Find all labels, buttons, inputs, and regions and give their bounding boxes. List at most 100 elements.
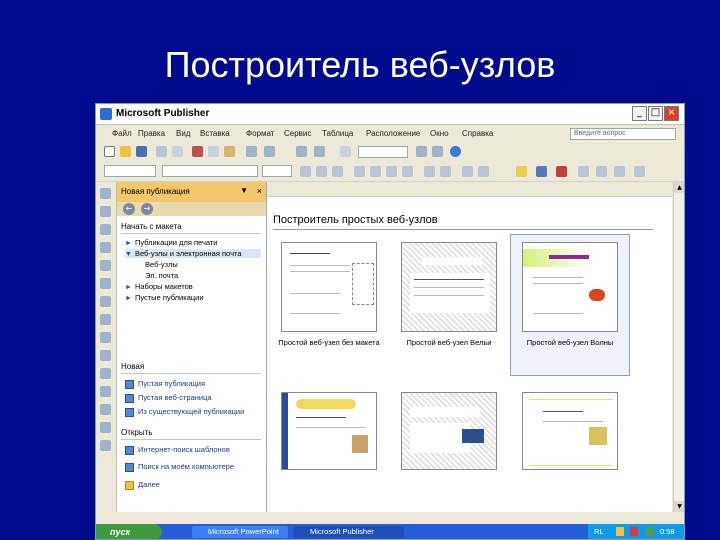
- italic-icon[interactable]: [316, 166, 327, 177]
- oval-tool-icon[interactable]: [100, 332, 111, 343]
- bullets-icon[interactable]: [440, 166, 451, 177]
- wordart-tool-icon[interactable]: [100, 242, 111, 253]
- minimize-button[interactable]: _: [632, 106, 647, 121]
- html-code-tool-icon[interactable]: [100, 422, 111, 433]
- taskbar-publisher[interactable]: Microsoft Publisher: [294, 526, 404, 538]
- send-backward-icon[interactable]: [314, 146, 325, 157]
- menu-view[interactable]: Вид: [176, 129, 190, 138]
- line-style-icon[interactable]: [578, 166, 589, 177]
- scroll-up-icon[interactable]: ▲: [674, 182, 684, 193]
- paste-icon[interactable]: [224, 146, 235, 157]
- pane-close-icon[interactable]: ×: [257, 186, 262, 196]
- justify-icon[interactable]: [402, 166, 413, 177]
- align-center-icon[interactable]: [370, 166, 381, 177]
- link-blank-web-page[interactable]: Пустая веб-страница: [125, 393, 261, 403]
- font-size-select[interactable]: [262, 165, 292, 177]
- forward-icon[interactable]: →: [141, 203, 153, 215]
- style-select[interactable]: [104, 165, 156, 177]
- zoom-out-icon[interactable]: [416, 146, 427, 157]
- zoom-select[interactable]: [358, 146, 408, 158]
- template-thumbnail-volny[interactable]: [522, 242, 618, 332]
- language-indicator[interactable]: RL: [594, 527, 604, 536]
- menu-insert[interactable]: Вставка: [200, 129, 230, 138]
- new-icon[interactable]: [104, 146, 115, 157]
- align-right-icon[interactable]: [386, 166, 397, 177]
- maximize-button[interactable]: □: [648, 106, 663, 121]
- increase-indent-icon[interactable]: [478, 166, 489, 177]
- link-search-online-templates[interactable]: Интернет-поиск шаблонов: [125, 445, 261, 455]
- line-color-icon[interactable]: [536, 166, 547, 177]
- redo-icon[interactable]: [264, 146, 275, 157]
- template-thumbnail-row2-1[interactable]: [281, 392, 377, 470]
- save-icon[interactable]: [136, 146, 147, 157]
- print-icon[interactable]: [156, 146, 167, 157]
- link-from-existing[interactable]: Из существующей публикации: [125, 407, 261, 417]
- zoom-in-icon[interactable]: [432, 146, 443, 157]
- hotspot-tool-icon[interactable]: [100, 386, 111, 397]
- bring-forward-icon[interactable]: [296, 146, 307, 157]
- line-tool-icon[interactable]: [100, 296, 111, 307]
- template-thumbnail-row2-3[interactable]: [522, 392, 618, 470]
- table-tool-icon[interactable]: [100, 224, 111, 235]
- fill-color-icon[interactable]: [516, 166, 527, 177]
- dash-style-icon[interactable]: [596, 166, 607, 177]
- clipart-tool-icon[interactable]: [100, 278, 111, 289]
- help-icon[interactable]: [450, 146, 461, 157]
- copy-icon[interactable]: [208, 146, 219, 157]
- numbering-icon[interactable]: [424, 166, 435, 177]
- bold-icon[interactable]: [300, 166, 311, 177]
- link-more[interactable]: Далее: [125, 480, 261, 490]
- template-thumbnail-velya[interactable]: [401, 242, 497, 332]
- decrease-indent-icon[interactable]: [462, 166, 473, 177]
- tree-item-print-publications[interactable]: ► Публикации для печати: [125, 238, 261, 247]
- open-icon[interactable]: [120, 146, 131, 157]
- paragraph-mark-icon[interactable]: [340, 146, 351, 157]
- tray-security-icon[interactable]: [630, 527, 638, 536]
- undo-icon[interactable]: [246, 146, 257, 157]
- start-button[interactable]: пуск: [96, 524, 162, 539]
- link-search-computer[interactable]: Поиск на моём компьютере: [125, 462, 261, 472]
- cut-icon[interactable]: [192, 146, 203, 157]
- back-icon[interactable]: ←: [123, 203, 135, 215]
- menu-edit[interactable]: Правка: [138, 129, 165, 138]
- tree-item-blank-publications[interactable]: ► Пустые публикации: [125, 293, 261, 302]
- design-gallery-tool-icon[interactable]: [100, 440, 111, 451]
- arrow-tool-icon[interactable]: [100, 314, 111, 325]
- menu-tools[interactable]: Сервис: [284, 129, 311, 138]
- rectangle-tool-icon[interactable]: [100, 350, 111, 361]
- menu-format[interactable]: Формат: [246, 129, 274, 138]
- template-thumbnail-row2-2[interactable]: [401, 392, 497, 470]
- text-box-tool-icon[interactable]: [100, 206, 111, 217]
- taskbar-powerpoint[interactable]: Microsoft PowerPoint: [192, 526, 288, 538]
- picture-tool-icon[interactable]: [100, 260, 111, 271]
- menu-arrange[interactable]: Расположение: [366, 129, 420, 138]
- tray-app-icon[interactable]: [616, 527, 624, 536]
- arrow-style-icon[interactable]: [614, 166, 625, 177]
- font-color-icon[interactable]: [556, 166, 567, 177]
- template-thumbnail-blank[interactable]: [281, 242, 377, 332]
- form-control-tool-icon[interactable]: [100, 404, 111, 415]
- align-left-icon[interactable]: [354, 166, 365, 177]
- menu-window[interactable]: Окно: [430, 129, 449, 138]
- close-button[interactable]: ×: [664, 106, 679, 121]
- menu-table[interactable]: Таблица: [322, 129, 353, 138]
- font-select[interactable]: [162, 165, 258, 177]
- publisher-window: Microsoft Publisher _ □ × Файл Правка Ви…: [95, 103, 685, 540]
- underline-icon[interactable]: [332, 166, 343, 177]
- menu-file[interactable]: Файл: [112, 129, 132, 138]
- tree-item-web-sites[interactable]: Веб-узлы: [145, 260, 261, 269]
- autoshapes-tool-icon[interactable]: [100, 368, 111, 379]
- pane-menu-dropdown-icon[interactable]: ▼: [240, 186, 248, 195]
- menu-help[interactable]: Справка: [462, 129, 493, 138]
- scroll-down-icon[interactable]: ▼: [674, 501, 684, 512]
- shadow-style-icon[interactable]: [634, 166, 645, 177]
- tree-item-design-sets[interactable]: ► Наборы макетов: [125, 282, 261, 291]
- vertical-scrollbar[interactable]: ▲ ▼: [673, 182, 684, 512]
- tree-item-email[interactable]: Эл. почта: [145, 271, 261, 280]
- preview-icon[interactable]: [172, 146, 183, 157]
- select-tool-icon[interactable]: [100, 188, 111, 199]
- help-question-input[interactable]: Введите вопрос: [570, 128, 676, 140]
- link-blank-publication[interactable]: Пустая публикация: [125, 379, 261, 389]
- tree-item-web-and-email[interactable]: ▼ Веб-узлы и электронная почта: [125, 249, 261, 258]
- tray-network-icon[interactable]: [646, 527, 654, 536]
